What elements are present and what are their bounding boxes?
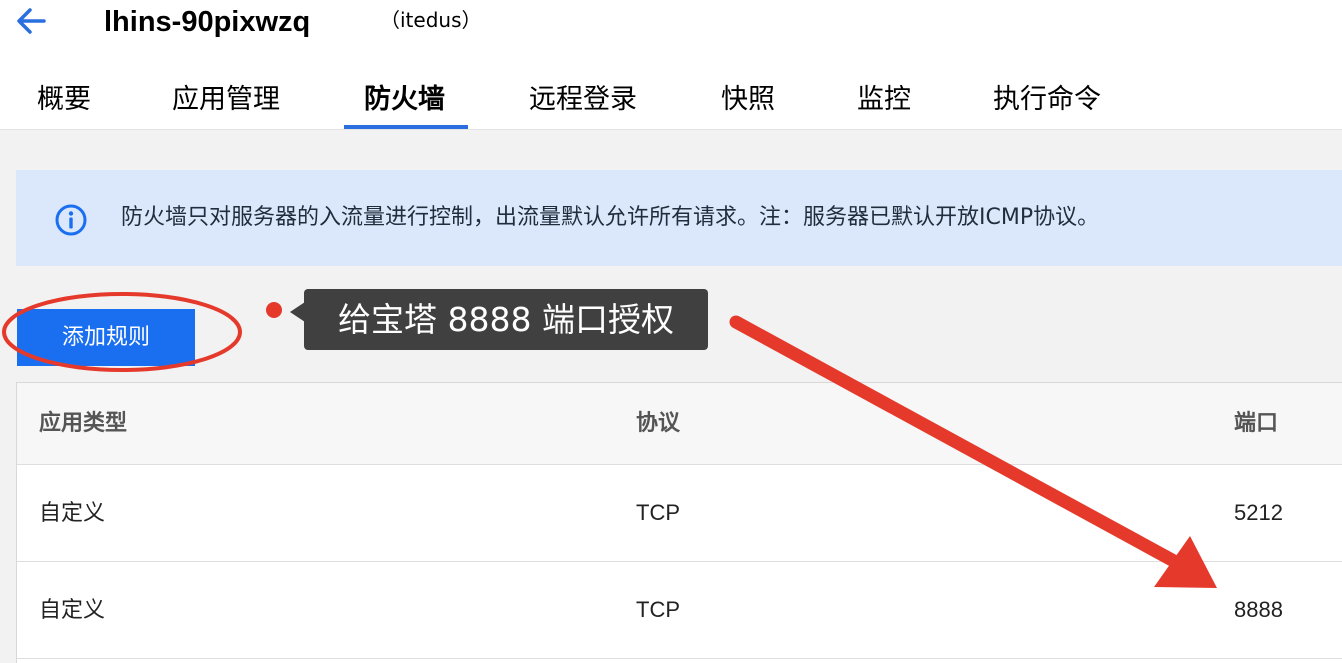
table-header-row: 应用类型 协议 端口 xyxy=(17,383,1342,465)
tab-snapshot[interactable]: 快照 xyxy=(721,80,775,120)
cell-app-type: 自定义 xyxy=(39,597,106,622)
tab-overview[interactable]: 概要 xyxy=(37,80,91,120)
column-header-protocol: 协议 xyxy=(636,411,681,436)
annotation-tooltip: 给宝塔 8888 端口授权 xyxy=(304,289,708,350)
info-notice: 防火墙只对服务器的入流量进行控制，出流量默认允许所有请求。注：服务器已默认开放I… xyxy=(16,170,1342,266)
firewall-rules-table: 应用类型 协议 端口 自定义 TCP 5212 自定义 TCP 8888 xyxy=(16,382,1342,663)
active-tab-indicator xyxy=(344,125,468,129)
add-rule-button[interactable]: 添加规则 xyxy=(17,309,195,366)
tooltip-pointer xyxy=(290,302,305,322)
cell-app-type: 自定义 xyxy=(39,500,106,525)
annotation-dot xyxy=(266,302,282,318)
tab-run-command[interactable]: 执行命令 xyxy=(993,80,1101,120)
instance-name: lhins-90pixwzq xyxy=(104,6,311,38)
instance-alias: （itedus） xyxy=(380,8,482,32)
tab-app-management[interactable]: 应用管理 xyxy=(172,80,280,120)
table-row: 自定义 TCP 8888 xyxy=(17,562,1342,659)
column-header-app-type: 应用类型 xyxy=(39,411,128,436)
back-arrow-icon[interactable] xyxy=(14,4,48,38)
tab-remote-login[interactable]: 远程登录 xyxy=(529,80,637,120)
tab-firewall[interactable]: 防火墙 xyxy=(364,80,445,120)
cell-protocol: TCP xyxy=(636,597,680,622)
cell-port: 8888 xyxy=(1234,597,1283,622)
column-header-port: 端口 xyxy=(1234,411,1279,436)
tab-monitoring[interactable]: 监控 xyxy=(857,80,911,120)
cell-port: 5212 xyxy=(1234,500,1283,525)
info-icon xyxy=(54,203,88,237)
table-row: 自定义 TCP 5212 xyxy=(17,465,1342,562)
top-bar: lhins-90pixwzq （itedus） 概要 应用管理 防火墙 远程登录… xyxy=(0,0,1342,130)
notice-text: 防火墙只对服务器的入流量进行控制，出流量默认允许所有请求。注：服务器已默认开放I… xyxy=(121,205,1100,230)
cell-protocol: TCP xyxy=(636,500,680,525)
